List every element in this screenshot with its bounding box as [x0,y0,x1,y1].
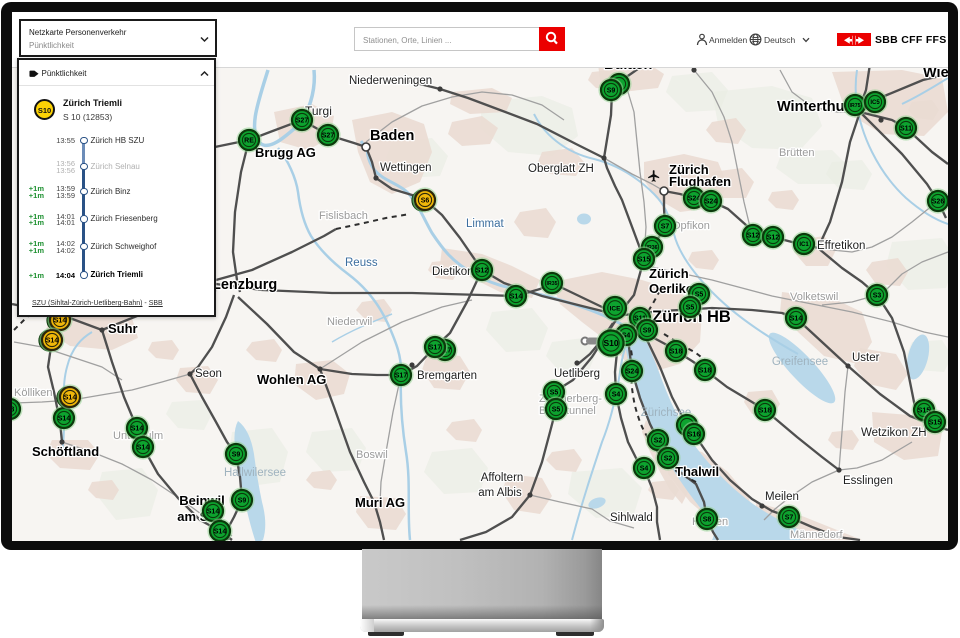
svg-text:Wetzikon ZH: Wetzikon ZH [861,427,927,439]
svg-text:Thalwil: Thalwil [675,464,719,479]
svg-text:Brütten: Brütten [779,147,814,159]
svg-text:Fislisbach: Fislisbach [319,210,368,222]
svg-text:Sihlwald: Sihlwald [610,512,653,524]
svg-text:Seon: Seon [195,368,222,380]
svg-text:S14: S14 [64,395,77,402]
svg-text:S2: S2 [664,456,673,463]
svg-text:Niederwil: Niederwil [327,316,372,328]
svg-text:Greifensee: Greifensee [772,356,828,368]
svg-text:Oberglatt ZH: Oberglatt ZH [528,163,594,175]
svg-text:Niederweningen: Niederweningen [349,75,432,87]
svg-text:S2: S2 [654,438,663,445]
svg-text:Muri AG: Muri AG [355,495,405,510]
svg-text:Limmat: Limmat [466,218,505,230]
svg-text:Bremgarten: Bremgarten [417,370,477,382]
svg-text:S14: S14 [214,529,227,536]
svg-text:Suhr: Suhr [108,321,138,336]
svg-text:Uster: Uster [852,352,880,364]
svg-text:RE: RE [244,138,254,145]
svg-text:Boswil: Boswil [356,449,388,461]
svg-text:IR75: IR75 [850,103,861,109]
svg-text:S26: S26 [932,199,945,206]
svg-text:S18: S18 [670,349,683,356]
svg-text:Lenzburg: Lenzburg [212,277,277,293]
svg-text:Opfikon: Opfikon [672,220,710,232]
svg-text:Effretikon: Effretikon [817,240,865,252]
svg-text:S24: S24 [705,199,718,206]
svg-text:S3: S3 [873,293,882,300]
svg-text:S8: S8 [12,407,14,414]
svg-text:Uetliberg: Uetliberg [554,368,600,380]
svg-text:IC5: IC5 [870,100,880,106]
svg-text:S4: S4 [612,392,621,399]
svg-text:S5: S5 [550,390,559,397]
svg-text:Affoltern: Affoltern [481,472,524,484]
svg-text:S15: S15 [638,257,651,264]
svg-text:S14: S14 [790,316,803,323]
svg-text:S18: S18 [699,368,712,375]
svg-text:S27: S27 [322,133,335,140]
svg-text:IC1: IC1 [799,242,809,248]
svg-text:S14: S14 [131,426,144,433]
svg-text:Dietikon: Dietikon [432,266,474,278]
svg-text:S16: S16 [688,432,701,439]
svg-text:S18: S18 [759,408,772,415]
svg-text:Winterthur: Winterthur [777,99,851,115]
svg-text:S14: S14 [58,416,71,423]
svg-text:Wettingen: Wettingen [380,162,432,174]
svg-text:Reuss: Reuss [345,257,378,269]
svg-text:S10: S10 [603,338,618,348]
svg-text:S11: S11 [900,126,912,133]
svg-text:Flughafen: Flughafen [669,174,731,189]
svg-text:Schöftland: Schöftland [32,444,99,459]
svg-text:S14: S14 [46,338,59,345]
svg-text:Männedorf: Männedorf [790,529,844,541]
svg-text:S17: S17 [395,373,408,380]
svg-text:S5: S5 [552,407,561,414]
svg-text:S6: S6 [421,198,430,205]
svg-text:S7: S7 [661,224,670,231]
svg-text:S14: S14 [137,445,150,452]
svg-text:S15: S15 [929,420,942,427]
svg-text:S9: S9 [607,88,616,95]
svg-text:S9: S9 [232,452,241,459]
svg-text:S4: S4 [640,466,649,473]
svg-text:S9: S9 [238,498,247,505]
svg-text:S14: S14 [207,509,220,516]
svg-text:Zürich: Zürich [649,266,689,281]
svg-text:S12: S12 [476,268,489,275]
svg-text:Esslingen: Esslingen [843,475,893,487]
svg-text:S7: S7 [785,515,794,522]
svg-text:S12: S12 [747,233,760,240]
svg-text:Baden: Baden [370,128,414,144]
svg-text:am Albis: am Albis [478,487,522,499]
svg-text:ICE: ICE [610,305,622,312]
svg-text:S8: S8 [703,517,712,524]
svg-text:Kölliken: Kölliken [14,387,53,399]
svg-text:Volketswil: Volketswil [790,291,838,303]
svg-text:S14: S14 [54,318,67,325]
svg-text:Brugg AG: Brugg AG [255,145,316,160]
svg-text:S9: S9 [643,328,652,335]
svg-text:S27: S27 [296,118,309,125]
svg-text:S14: S14 [510,294,523,301]
svg-text:Hallwilersee: Hallwilersee [224,467,286,479]
svg-text:Wohlen AG: Wohlen AG [257,372,326,387]
svg-text:IR35: IR35 [547,281,558,287]
svg-text:S17: S17 [429,345,442,352]
svg-text:S24: S24 [626,369,639,376]
svg-text:S5: S5 [686,305,695,312]
svg-text:Meilen: Meilen [765,491,799,503]
svg-text:S12: S12 [767,235,780,242]
